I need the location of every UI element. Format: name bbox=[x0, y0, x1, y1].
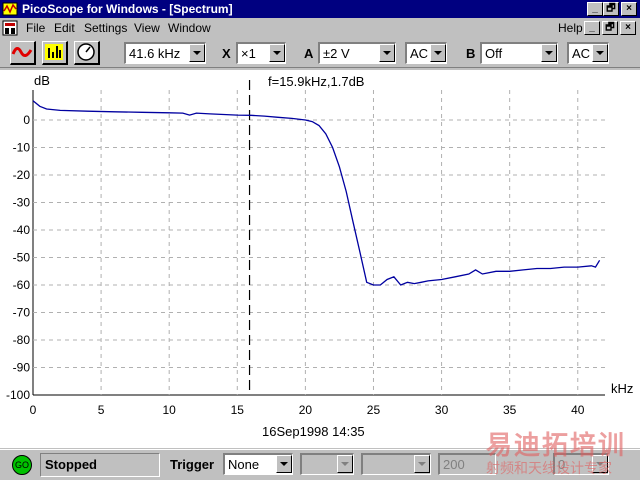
meter-dial-icon bbox=[77, 43, 95, 61]
x-multiplier-select[interactable]: ×1 bbox=[236, 42, 286, 64]
x-tick-label: 15 bbox=[231, 403, 245, 417]
channel-b-range-select[interactable]: Off bbox=[480, 42, 558, 64]
y-tick-label: 0 bbox=[23, 113, 30, 127]
x-axis-label: kHz bbox=[611, 381, 633, 396]
y-tick-label: -50 bbox=[13, 251, 31, 265]
trigger-source-select[interactable] bbox=[300, 453, 354, 475]
minimize-button[interactable]: _ bbox=[587, 2, 603, 16]
chevron-down-icon[interactable] bbox=[430, 44, 446, 62]
x-tick-label: 10 bbox=[163, 403, 177, 417]
x-tick-label: 0 bbox=[30, 403, 37, 417]
chevron-down-icon[interactable] bbox=[379, 44, 395, 62]
go-button[interactable]: GO bbox=[12, 455, 32, 475]
chevron-down-icon[interactable] bbox=[592, 455, 608, 473]
close-button[interactable]: × bbox=[621, 2, 637, 16]
chevron-down-icon[interactable] bbox=[337, 455, 353, 473]
trigger-mode-value: None bbox=[228, 457, 260, 472]
spectrum-bars-icon bbox=[45, 44, 63, 60]
scope-wave-icon bbox=[11, 47, 33, 57]
channel-a-range-select[interactable]: ±2 V bbox=[318, 42, 396, 64]
child-restore-button[interactable]: 🗗 bbox=[602, 21, 618, 35]
cursor-readout: f=15.9kHz,1.7dB bbox=[268, 74, 364, 89]
x-tick-label: 30 bbox=[435, 403, 449, 417]
trigger-mode-select[interactable]: None bbox=[223, 453, 293, 475]
toolbar: 41.6 kHz X ×1 A ±2 V AC B Off AC bbox=[0, 38, 640, 68]
sample-rate-value: 41.6 kHz bbox=[129, 46, 181, 61]
channel-a-coupling-value: AC bbox=[410, 46, 429, 61]
channel-b-label: B bbox=[466, 46, 476, 61]
menu-help[interactable]: Help bbox=[558, 21, 583, 35]
window-title: PicoScope for Windows - [Spectrum] bbox=[22, 2, 233, 16]
title-bar[interactable]: PicoScope for Windows - [Spectrum] _ 🗗 × bbox=[0, 0, 640, 18]
restore-button[interactable]: 🗗 bbox=[603, 2, 619, 16]
x-tick-label: 25 bbox=[367, 403, 381, 417]
channel-a-label: A bbox=[304, 46, 314, 61]
menu-edit[interactable]: Edit bbox=[54, 21, 75, 35]
y-tick-label: -20 bbox=[13, 168, 31, 182]
channel-b-coupling-value: AC bbox=[572, 46, 591, 61]
y-tick-label: -70 bbox=[13, 306, 31, 320]
x-tick-label: 20 bbox=[299, 403, 313, 417]
trigger-direction-select[interactable] bbox=[361, 453, 431, 475]
y-tick-label: -80 bbox=[13, 333, 31, 347]
x-label: X bbox=[222, 46, 231, 61]
channel-b-range-value: Off bbox=[485, 46, 503, 61]
child-close-button[interactable]: × bbox=[620, 21, 636, 35]
chevron-down-icon[interactable] bbox=[414, 455, 430, 473]
child-minimize-button[interactable]: _ bbox=[584, 21, 600, 35]
y-tick-label: -90 bbox=[13, 361, 31, 375]
status-bar: GO Stopped Trigger None 200 0 bbox=[0, 449, 640, 480]
menu-window[interactable]: Window bbox=[168, 21, 211, 35]
x-tick-label: 5 bbox=[98, 403, 105, 417]
channel-a-range-value: ±2 V bbox=[323, 46, 350, 61]
picoscope-app-icon[interactable] bbox=[2, 1, 18, 17]
chevron-down-icon[interactable] bbox=[592, 44, 608, 62]
document-icon[interactable] bbox=[2, 20, 18, 36]
chevron-down-icon[interactable] bbox=[541, 44, 557, 62]
trigger-level-value: 200 bbox=[443, 457, 465, 472]
chevron-down-icon[interactable] bbox=[269, 44, 285, 62]
channel-a-coupling-select[interactable]: AC bbox=[405, 42, 447, 64]
timestamp: 16Sep1998 14:35 bbox=[262, 424, 365, 439]
y-tick-label: -40 bbox=[13, 223, 31, 237]
chevron-down-icon[interactable] bbox=[189, 44, 205, 62]
chevron-down-icon[interactable] bbox=[276, 455, 292, 473]
y-tick-label: -100 bbox=[6, 388, 30, 402]
scope-view-button[interactable] bbox=[10, 41, 36, 65]
channel-b-coupling-select[interactable]: AC bbox=[567, 42, 609, 64]
meter-view-button[interactable] bbox=[74, 41, 100, 65]
y-tick-label: -10 bbox=[13, 141, 31, 155]
y-axis-label: dB bbox=[34, 73, 50, 88]
menu-file[interactable]: File bbox=[26, 21, 45, 35]
spectrum-view-button[interactable] bbox=[42, 41, 68, 65]
trigger-delay-field[interactable]: 0 bbox=[553, 453, 609, 475]
trigger-delay-value: 0 bbox=[558, 457, 566, 472]
menu-settings[interactable]: Settings bbox=[84, 21, 127, 35]
status-text: Stopped bbox=[40, 453, 160, 477]
spectrum-chart[interactable]: 0 -10 -20 -30 -40 -50 -60 -70 -80 -90 -100 0 5 10 15 2… bbox=[0, 70, 640, 448]
x-multiplier-value: ×1 bbox=[241, 46, 256, 61]
trigger-level-field[interactable]: 200 bbox=[438, 453, 496, 475]
x-tick-label: 35 bbox=[503, 403, 517, 417]
menu-bar: File Edit Settings View Window Help _ 🗗 … bbox=[0, 18, 640, 38]
y-tick-label: -30 bbox=[13, 196, 31, 210]
menu-view[interactable]: View bbox=[134, 21, 160, 35]
trigger-label: Trigger bbox=[170, 457, 215, 472]
y-tick-label: -60 bbox=[13, 278, 31, 292]
x-tick-label: 40 bbox=[571, 403, 585, 417]
sample-rate-select[interactable]: 41.6 kHz bbox=[124, 42, 206, 64]
